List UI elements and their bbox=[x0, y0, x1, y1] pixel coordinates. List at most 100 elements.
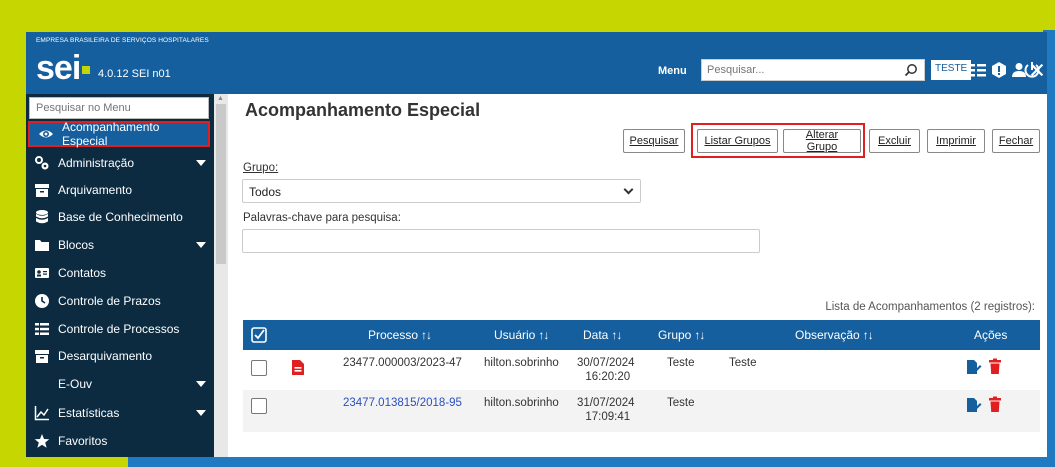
imprimir-button[interactable]: Imprimir bbox=[927, 129, 985, 153]
table-header: Processo ↑↓ Usuário ↑↓ Data ↑↓ Grupo ↑↓ … bbox=[243, 320, 1040, 350]
data-cell: 30/07/2024 16:20:20 bbox=[577, 357, 635, 383]
archive-box-icon bbox=[35, 184, 49, 197]
sort-arrows-icon[interactable]: ↑↓ bbox=[863, 328, 874, 342]
sidebar-item-blocos[interactable]: Blocos bbox=[26, 232, 212, 258]
database-icon bbox=[36, 210, 48, 224]
power-icon[interactable] bbox=[1023, 60, 1041, 80]
sidebar-item-label: Contatos bbox=[58, 266, 107, 280]
sidebar-item-controle-de-processos[interactable]: Controle de Processos bbox=[26, 316, 212, 342]
search-icon[interactable] bbox=[904, 63, 918, 77]
sidebar-item-label: Controle de Prazos bbox=[58, 294, 161, 308]
usuario-cell: hilton.sobrinho bbox=[484, 397, 559, 409]
sidebar-item-desarquivamento[interactable]: Desarquivamento bbox=[26, 343, 212, 369]
menu-toggle[interactable]: Menu bbox=[658, 65, 687, 77]
column-header-label: Usuário bbox=[494, 328, 536, 342]
sidebar-item-estatisticas[interactable]: Estatísticas bbox=[26, 400, 212, 426]
trash-icon[interactable] bbox=[988, 358, 1002, 375]
data-time: 16:20:20 bbox=[585, 371, 631, 383]
data-date: 31/07/2024 bbox=[577, 397, 635, 409]
edit-document-icon[interactable] bbox=[966, 359, 982, 375]
excluir-button[interactable]: Excluir bbox=[869, 129, 920, 153]
column-header-label: Grupo bbox=[658, 328, 692, 342]
star-icon bbox=[34, 434, 50, 448]
usuario-cell: hilton.sobrinho bbox=[484, 357, 559, 369]
select-all-checkbox-icon[interactable] bbox=[251, 327, 267, 343]
sort-arrows-icon[interactable]: ↑↓ bbox=[421, 328, 432, 342]
menu-search-input[interactable] bbox=[30, 98, 200, 118]
sidebar-item-favoritos[interactable]: Favoritos bbox=[26, 428, 212, 454]
grupo-select-value: Todos bbox=[249, 185, 282, 199]
sidebar-scrollbar-thumb[interactable] bbox=[216, 104, 226, 264]
processo-link[interactable]: 23477.013815/2018-95 bbox=[343, 397, 462, 409]
main-content: Acompanhamento Especial Pesquisar Listar… bbox=[228, 94, 1047, 457]
column-header-observacao[interactable]: Observação ↑↓ bbox=[795, 328, 874, 342]
sidebar-item-label: Base de Conhecimento bbox=[58, 210, 183, 224]
sidebar-item-administracao[interactable]: Administração bbox=[26, 150, 212, 176]
sidebar-item-label: Estatísticas bbox=[58, 406, 120, 420]
data-date: 30/07/2024 bbox=[577, 357, 635, 369]
trash-icon[interactable] bbox=[988, 396, 1002, 413]
sidebar-item-acompanhamento-especial[interactable]: Acompanhamento Especial bbox=[28, 120, 210, 148]
header-search-input[interactable] bbox=[702, 60, 892, 80]
restricted-document-icon bbox=[292, 360, 304, 375]
column-header-label: Ações bbox=[974, 328, 1008, 342]
observacao-cell: Teste bbox=[729, 357, 757, 369]
sort-arrows-icon[interactable]: ↑↓ bbox=[611, 328, 622, 342]
fechar-button[interactable]: Fechar bbox=[992, 129, 1040, 153]
sei-logo[interactable]: sei bbox=[36, 50, 81, 86]
chevron-down-icon[interactable] bbox=[196, 242, 206, 248]
processo-cell[interactable]: 23477.000003/2023-47 bbox=[343, 357, 462, 369]
data-cell: 31/07/2024 17:09:41 bbox=[577, 397, 635, 423]
keywords-input[interactable] bbox=[242, 229, 760, 253]
table-row: 23477.013815/2018-95 hilton.sobrinho 31/… bbox=[243, 390, 1040, 432]
column-header-label: Data bbox=[583, 328, 609, 342]
grupo-label: Grupo: bbox=[243, 162, 279, 174]
row-checkbox[interactable] bbox=[251, 398, 267, 414]
column-header-label: Processo bbox=[368, 328, 419, 342]
chevron-down-icon[interactable] bbox=[196, 410, 206, 416]
archive-box-icon bbox=[35, 350, 49, 363]
pesquisar-button[interactable]: Pesquisar bbox=[623, 129, 685, 153]
grupo-select[interactable]: Todos bbox=[242, 179, 641, 203]
column-header-data[interactable]: Data ↑↓ bbox=[583, 328, 622, 342]
sort-arrows-icon[interactable]: ↑↓ bbox=[694, 328, 705, 342]
table-row: 23477.000003/2023-47 hilton.sobrinho 30/… bbox=[243, 350, 1040, 390]
list-grid-icon[interactable] bbox=[968, 60, 988, 80]
sidebar-item-arquivamento[interactable]: Arquivamento bbox=[26, 177, 212, 203]
chevron-down-icon[interactable] bbox=[196, 381, 206, 387]
version-label: 4.0.12 SEI n01 bbox=[98, 68, 171, 80]
top-header: EMPRESA BRASILEIRA DE SERVIÇOS HOSPITALA… bbox=[26, 32, 1047, 94]
eye-icon bbox=[39, 130, 53, 138]
chevron-down-icon bbox=[623, 184, 634, 195]
grupo-cell: Teste bbox=[667, 357, 695, 369]
contact-card-icon bbox=[35, 268, 49, 278]
list-icon bbox=[35, 323, 49, 335]
alterar-grupo-button[interactable]: Alterar Grupo bbox=[783, 129, 861, 153]
column-header-label: Observação bbox=[795, 328, 860, 342]
sidebar-item-label: E-Ouv bbox=[58, 377, 93, 391]
sidebar-item-label: Controle de Processos bbox=[58, 322, 180, 336]
data-time: 17:09:41 bbox=[585, 411, 631, 423]
sidebar-item-contatos[interactable]: Contatos bbox=[26, 260, 212, 286]
sidebar-item-controle-de-prazos[interactable]: Controle de Prazos bbox=[26, 288, 212, 314]
sidebar-item-e-ouv[interactable]: E-Ouv bbox=[26, 371, 212, 397]
edit-document-icon[interactable] bbox=[966, 397, 982, 413]
column-header-grupo[interactable]: Grupo ↑↓ bbox=[658, 328, 705, 342]
scroll-up-arrow-icon[interactable]: ▲ bbox=[217, 95, 224, 102]
column-header-processo[interactable]: Processo ↑↓ bbox=[368, 328, 432, 342]
sort-arrows-icon[interactable]: ↑↓ bbox=[538, 328, 549, 342]
column-header-usuario[interactable]: Usuário ↑↓ bbox=[494, 328, 549, 342]
chevron-down-icon[interactable] bbox=[196, 160, 206, 166]
header-search bbox=[701, 59, 925, 81]
sei-logo-dot bbox=[82, 66, 90, 74]
alert-shield-icon[interactable] bbox=[989, 60, 1009, 80]
sidebar-item-base-de-conhecimento[interactable]: Base de Conhecimento bbox=[26, 204, 212, 230]
unit-badge[interactable]: TESTE bbox=[931, 60, 972, 80]
row-checkbox[interactable] bbox=[251, 360, 267, 376]
folder-icon bbox=[35, 240, 49, 251]
sidebar-menu: Acompanhamento Especial Administração Ar… bbox=[26, 94, 228, 457]
column-header-acoes: Ações bbox=[974, 328, 1007, 342]
sidebar-item-label: Blocos bbox=[58, 238, 95, 252]
sidebar-item-label: Acompanhamento Especial bbox=[62, 120, 160, 148]
listar-grupos-button[interactable]: Listar Grupos bbox=[697, 129, 778, 153]
